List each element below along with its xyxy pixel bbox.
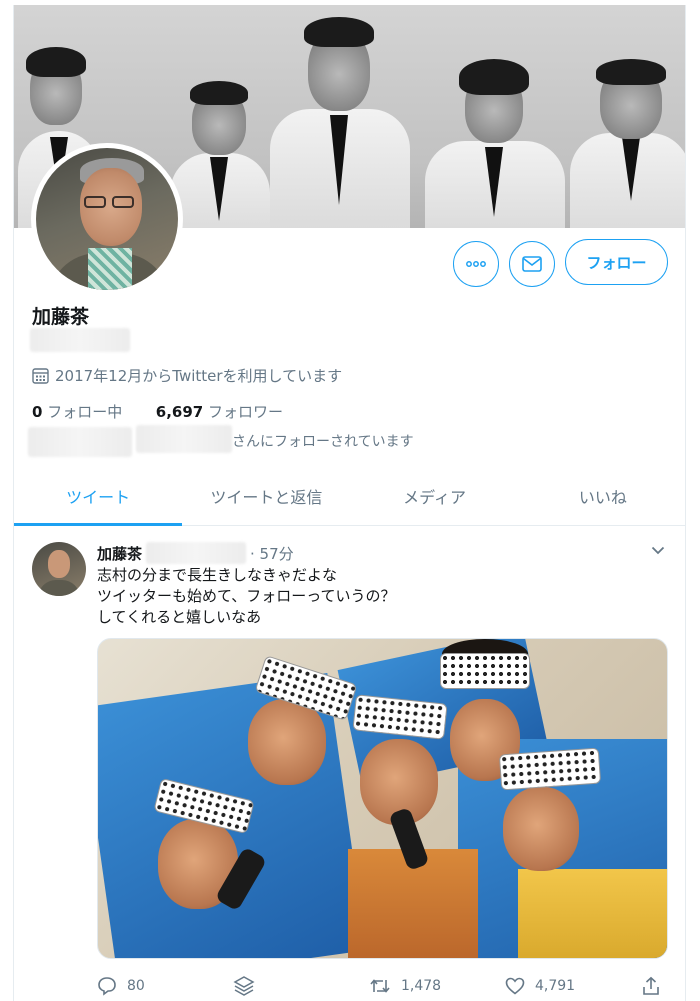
more-dots-icon [466,261,486,267]
follow-button[interactable]: フォロー [565,239,668,285]
tab-likes[interactable]: いいね [519,466,685,525]
followed-by-text[interactable]: さんにフォローされています [232,431,414,451]
followed-by-avatars-redacted [28,427,132,457]
profile-tabs: ツイート ツイートと返信 メディア いいね [14,466,685,526]
tweet-menu-chevron-icon[interactable] [651,543,665,559]
profile-avatar[interactable] [31,143,183,295]
retweet-count: 1,478 [401,978,442,994]
layers-icon [233,976,255,996]
profile-display-name: 加藤茶 [32,306,90,328]
layers-button[interactable] [233,975,369,997]
profile-page: フォロー 加藤茶 2017年12月からTwitterを利用しています 0 フォロ… [13,5,686,1001]
tab-tweets[interactable]: ツイート [14,466,183,526]
followed-by-names-redacted [136,425,232,453]
tweet-text: 志村の分まで長生きしなきゃだよな ツイッターも始めて、フォローっていうの？ して… [97,565,396,628]
tweet-author-name[interactable]: 加藤茶 [97,543,142,564]
joined-text: 2017年12月からTwitterを利用しています [55,367,343,385]
tweet-header: 加藤茶 · 57分 [97,542,294,564]
tweet-timestamp[interactable]: · 57分 [250,543,294,564]
retweet-icon [370,979,390,993]
banner-figure [264,15,414,228]
banner-figure [419,57,569,228]
message-button[interactable] [509,241,555,287]
reply-count: 80 [127,978,145,994]
tab-media[interactable]: メディア [351,466,519,525]
profile-joined-date: 2017年12月からTwitterを利用しています [32,365,342,386]
calendar-icon [32,368,49,384]
tweet-actions: 80 1,478 4,791 [97,971,668,1001]
banner-figure [566,57,685,228]
reply-button[interactable]: 80 [97,976,233,996]
profile-handle-redacted [30,328,130,352]
tweet-text-line: 志村の分まで長生きしなきゃだよな [97,566,338,584]
followers-link[interactable]: 6,697 フォロワー [156,403,283,421]
tweet-text-line: してくれると嬉しいなあ [97,608,262,626]
tweet-text-line: ツイッターも始めて、フォローっていうの？ [97,587,396,605]
envelope-icon [522,256,542,272]
share-button[interactable] [641,976,661,996]
following-link[interactable]: 0 フォロー中 [32,403,122,421]
tweet-author-avatar[interactable] [32,542,86,596]
profile-stats: 0 フォロー中 6,697 フォロワー [32,401,283,422]
heart-icon [505,977,525,995]
share-icon [643,976,659,995]
more-button[interactable] [453,241,499,287]
reply-icon [98,977,116,996]
tweet-author-handle-redacted [146,542,247,564]
tweet-media-photo[interactable] [97,638,668,959]
like-button[interactable]: 4,791 [505,977,641,995]
like-count: 4,791 [535,978,576,994]
tab-tweets-and-replies[interactable]: ツイートと返信 [182,466,350,525]
retweet-button[interactable]: 1,478 [369,977,505,995]
